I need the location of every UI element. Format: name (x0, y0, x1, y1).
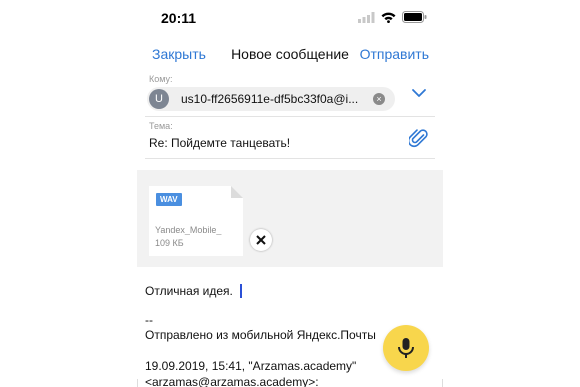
phone-screen: 20:11 Новое сообщение Закрыть Отправить … (137, 0, 443, 387)
body-line: Отличная идея. (145, 284, 233, 298)
recipient-address: us10-ff2656911e-df5bc33f0a@i... (181, 92, 359, 106)
remove-attachment-button[interactable] (250, 229, 272, 251)
attachment-card[interactable]: WAV Yandex_Mobile_ 109 КБ (149, 186, 243, 256)
signature-separator: -- (145, 313, 153, 327)
close-icon (256, 235, 266, 245)
file-size: 109 КБ (155, 238, 184, 248)
quote-sender: <arzamas@arzamas.academy>: (145, 375, 319, 387)
voice-input-button[interactable] (383, 325, 429, 371)
close-button[interactable]: Закрыть (152, 46, 206, 62)
chevron-down-icon[interactable] (411, 86, 427, 100)
divider (145, 158, 435, 159)
subject-field-label: Тема: (149, 121, 173, 131)
divider (137, 379, 138, 387)
signal-icon (358, 11, 375, 23)
quote-header: 19.09.2019, 15:41, "Arzamas.academy" (145, 359, 357, 373)
file-name: Yandex_Mobile_ (155, 225, 222, 235)
remove-recipient-icon[interactable]: × (373, 93, 385, 105)
status-time: 20:11 (161, 10, 197, 26)
text-cursor (240, 284, 242, 298)
recipient-chip[interactable]: U us10-ff2656911e-df5bc33f0a@i... × (147, 87, 395, 111)
avatar: U (149, 89, 169, 109)
status-bar: 20:11 (137, 0, 443, 36)
to-field-label: Кому: (149, 74, 173, 84)
microphone-icon (398, 338, 414, 358)
wifi-icon (381, 12, 396, 23)
battery-icon (402, 11, 427, 23)
send-button[interactable]: Отправить (360, 46, 429, 62)
signature-text: Отправлено из мобильной Яндекс.Почты (145, 328, 376, 342)
divider (442, 379, 443, 387)
attachments-area: WAV Yandex_Mobile_ 109 КБ (137, 170, 443, 267)
status-icons (358, 11, 427, 23)
compose-navbar: Новое сообщение Закрыть Отправить (137, 36, 443, 72)
divider (145, 116, 435, 117)
file-type-badge: WAV (156, 193, 182, 206)
paperclip-icon[interactable] (409, 127, 429, 149)
subject-input[interactable]: Re: Пойдемте танцевать! (149, 136, 290, 150)
